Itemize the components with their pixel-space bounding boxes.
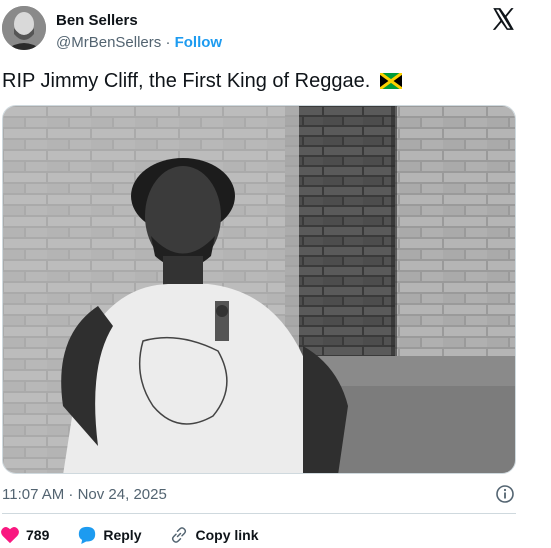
divider	[2, 513, 516, 514]
like-button[interactable]: 789	[0, 526, 49, 544]
follow-button[interactable]: Follow	[175, 34, 223, 51]
jamaica-flag-icon	[379, 73, 402, 89]
reply-bubble-icon	[79, 526, 96, 544]
action-bar: 789 Reply Copy link	[0, 524, 287, 546]
link-icon	[172, 527, 187, 543]
x-logo-icon[interactable]	[490, 6, 516, 32]
tweet-card: Ben Sellers @MrBenSellers · Follow RIP J…	[0, 0, 533, 548]
author-name[interactable]: Ben Sellers	[56, 12, 138, 29]
reply-label: Reply	[103, 527, 142, 543]
like-count: 789	[26, 527, 50, 543]
tweet-photo[interactable]	[2, 105, 516, 474]
info-icon[interactable]	[495, 484, 515, 504]
avatar[interactable]	[2, 6, 46, 50]
heart-icon	[1, 527, 19, 544]
author-handle-row: @MrBenSellers · Follow	[56, 34, 222, 51]
separator: ·	[165, 34, 171, 51]
photo-image	[3, 106, 515, 473]
tweet-text: RIP Jimmy Cliff, the First King of Regga…	[2, 70, 402, 93]
tweet-timestamp[interactable]: 11:07 AM · Nov 24, 2025	[2, 486, 167, 503]
author-handle[interactable]: @MrBenSellers	[56, 34, 161, 51]
reply-button[interactable]: Reply	[77, 526, 141, 544]
copy-link-label: Copy link	[195, 527, 259, 543]
tweet-body: RIP Jimmy Cliff, the First King of Regga…	[2, 70, 371, 92]
copy-link-button[interactable]: Copy link	[169, 526, 259, 544]
